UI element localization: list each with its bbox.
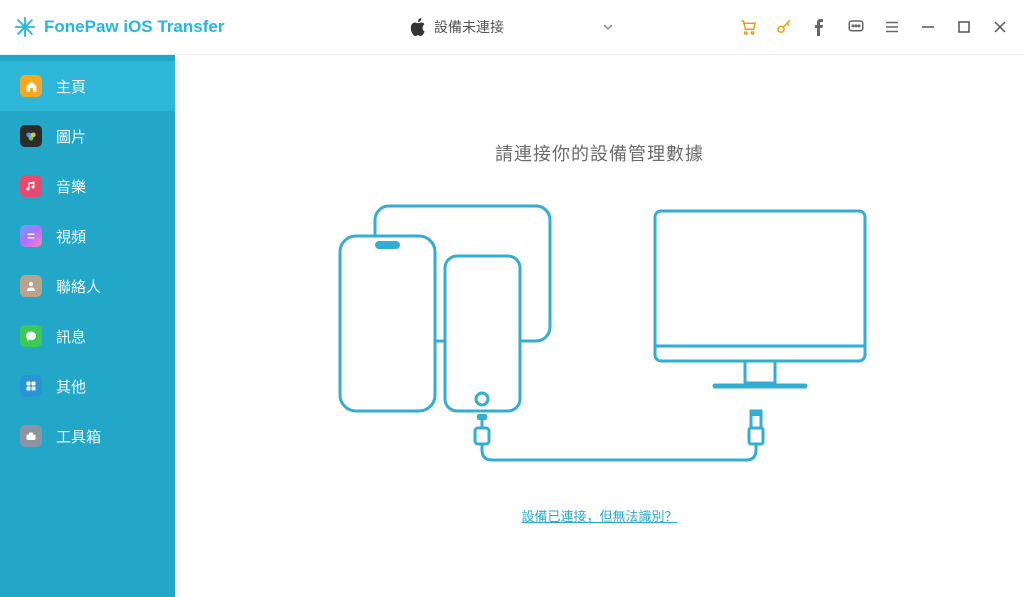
chevron-down-icon: [602, 21, 614, 33]
main-content: 請連接你的設備管理數據: [175, 55, 1024, 597]
app-title: FonePaw iOS Transfer: [44, 17, 224, 37]
sidebar-item-label: 訊息: [56, 326, 86, 347]
sidebar-item-label: 其他: [56, 376, 86, 397]
sidebar-item-label: 音樂: [56, 176, 86, 197]
sidebar-item-label: 圖片: [56, 126, 86, 147]
sidebar-item-others[interactable]: 其他: [0, 361, 175, 411]
sidebar-item-label: 聯絡人: [56, 276, 101, 297]
minimize-button[interactable]: [918, 17, 938, 37]
sidebar: 主頁 圖片 音樂 視頻: [0, 55, 175, 597]
window-controls: [738, 17, 1024, 37]
photos-icon: [20, 125, 42, 147]
help-link-container: 設備已連接，但無法識別？: [175, 506, 1024, 526]
snowflake-icon: [14, 16, 36, 38]
device-selector[interactable]: 設備未連接: [396, 11, 628, 43]
key-icon[interactable]: [774, 17, 794, 37]
apple-icon: [410, 18, 426, 36]
contacts-icon: [20, 275, 42, 297]
sidebar-item-label: 主頁: [56, 76, 86, 97]
sidebar-item-toolbox[interactable]: 工具箱: [0, 411, 175, 461]
close-button[interactable]: [990, 17, 1010, 37]
sidebar-item-home[interactable]: 主頁: [0, 61, 175, 111]
devices-illustration: [320, 196, 880, 466]
others-icon: [20, 375, 42, 397]
videos-icon: [20, 225, 42, 247]
app-logo: FonePaw iOS Transfer: [0, 16, 224, 38]
menu-icon[interactable]: [882, 17, 902, 37]
device-status-text: 設備未連接: [434, 17, 504, 37]
sidebar-item-music[interactable]: 音樂: [0, 161, 175, 211]
connect-prompt: 請連接你的設備管理數據: [175, 140, 1024, 166]
maximize-button[interactable]: [954, 17, 974, 37]
music-icon: [20, 175, 42, 197]
feedback-icon[interactable]: [846, 17, 866, 37]
home-icon: [20, 75, 42, 97]
app-window: FonePaw iOS Transfer 設備未連接: [0, 0, 1024, 597]
connection-illustration: [175, 196, 1024, 466]
cart-icon[interactable]: [738, 17, 758, 37]
messages-icon: [20, 325, 42, 347]
toolbox-icon: [20, 425, 42, 447]
sidebar-item-videos[interactable]: 視頻: [0, 211, 175, 261]
sidebar-item-label: 工具箱: [56, 426, 101, 447]
title-bar: FonePaw iOS Transfer 設備未連接: [0, 0, 1024, 55]
facebook-icon[interactable]: [810, 17, 830, 37]
sidebar-item-messages[interactable]: 訊息: [0, 311, 175, 361]
sidebar-item-photos[interactable]: 圖片: [0, 111, 175, 161]
sidebar-item-contacts[interactable]: 聯絡人: [0, 261, 175, 311]
app-body: 主頁 圖片 音樂 視頻: [0, 55, 1024, 597]
sidebar-item-label: 視頻: [56, 226, 86, 247]
device-not-recognized-link[interactable]: 設備已連接，但無法識別？: [521, 509, 677, 524]
